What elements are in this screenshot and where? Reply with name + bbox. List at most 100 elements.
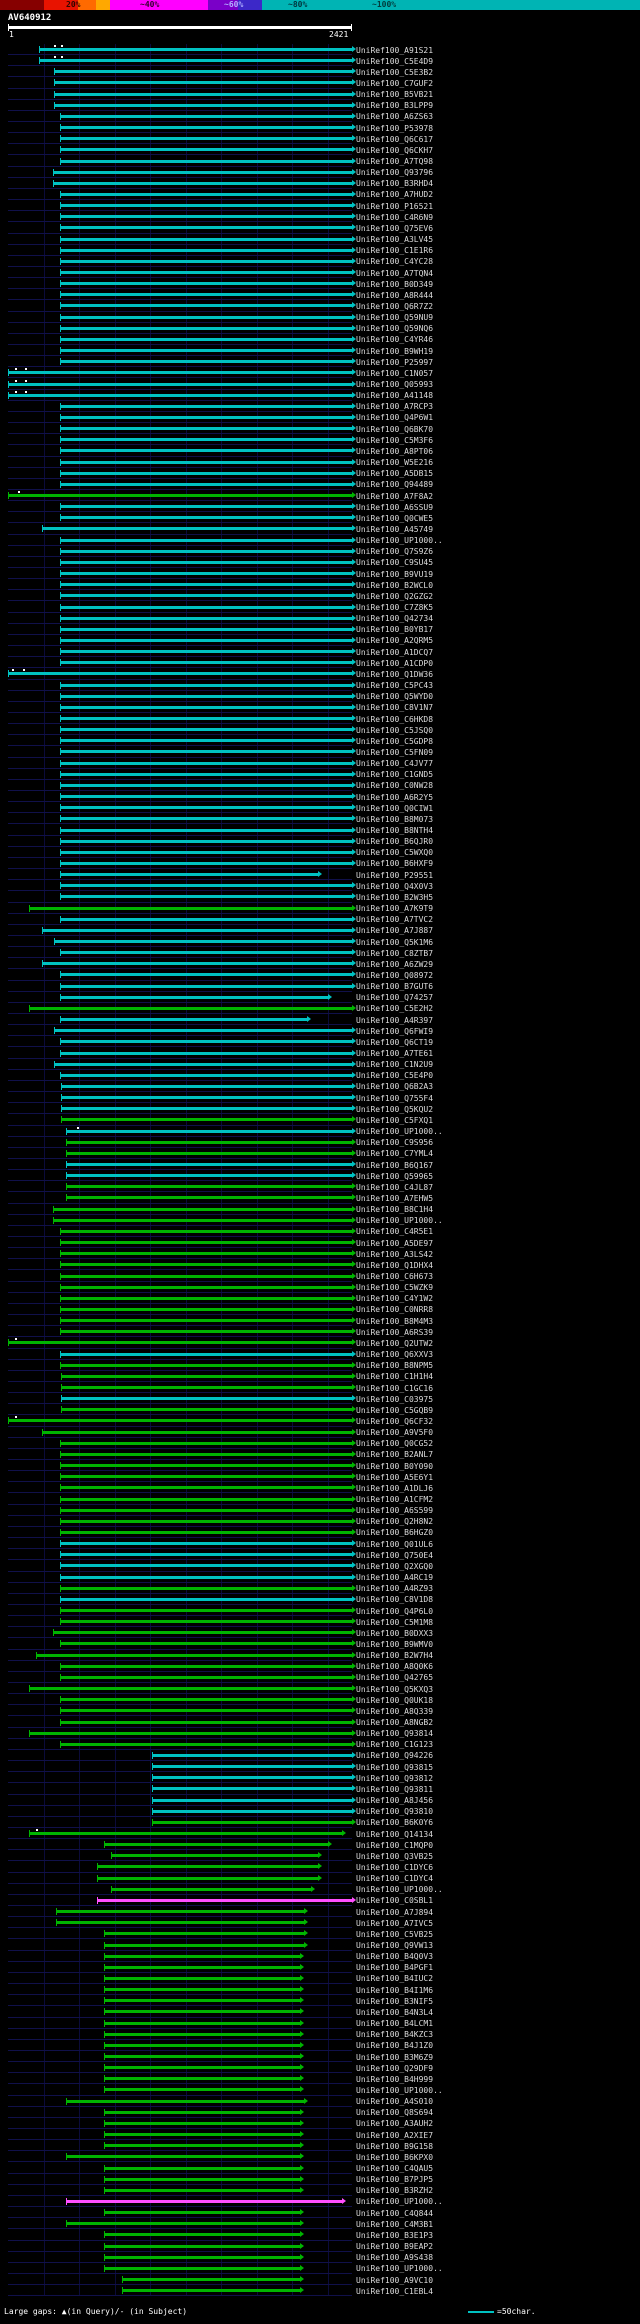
hit-bar[interactable] — [59, 1363, 352, 1367]
hit-bar[interactable] — [59, 627, 352, 631]
hit-label[interactable]: UniRef100_B4H999 — [356, 2075, 433, 2084]
hit-bar[interactable] — [42, 1430, 352, 1434]
hit-bar[interactable] — [59, 471, 352, 475]
hit-bar[interactable] — [59, 215, 352, 219]
hit-label[interactable]: UniRef100_B7GUT6 — [356, 982, 433, 991]
hit-bar[interactable] — [59, 315, 352, 319]
hit-bar[interactable] — [59, 683, 352, 687]
hit-bar[interactable] — [104, 2032, 301, 2036]
hit-label[interactable]: UniRef100_B3LPP9 — [356, 101, 433, 110]
hit-label[interactable]: UniRef100_A91S21 — [356, 46, 433, 55]
hit-label[interactable]: UniRef100_B9G158 — [356, 2142, 433, 2151]
hit-bar[interactable] — [56, 1910, 304, 1914]
hit-label[interactable]: UniRef100_B3RHD4 — [356, 179, 433, 188]
hit-bar[interactable] — [59, 1263, 352, 1267]
hit-bar[interactable] — [61, 1374, 352, 1378]
hit-bar[interactable] — [59, 304, 352, 308]
hit-label[interactable]: UniRef100_C1E1R6 — [356, 246, 433, 255]
hit-bar[interactable] — [59, 1319, 352, 1323]
hit-label[interactable]: UniRef100_A7TQN4 — [356, 269, 433, 278]
hit-label[interactable]: UniRef100_C0NRR8 — [356, 1305, 433, 1314]
hit-bar[interactable] — [104, 1954, 301, 1958]
hit-label[interactable]: UniRef100_B6KPX0 — [356, 2153, 433, 2162]
hit-bar[interactable] — [59, 1720, 352, 1724]
hit-label[interactable]: UniRef100_C1N057 — [356, 369, 433, 378]
hit-label[interactable]: UniRef100_A7IVC5 — [356, 1919, 433, 1928]
hit-label[interactable]: UniRef100_A7HUD2 — [356, 190, 433, 199]
hit-label[interactable]: UniRef100_C1EBL4 — [356, 2287, 433, 2296]
hit-bar[interactable] — [59, 761, 352, 765]
hit-bar[interactable] — [104, 1943, 304, 1947]
hit-bar[interactable] — [152, 1753, 352, 1757]
hit-label[interactable]: UniRef100_B5VB21 — [356, 90, 433, 99]
hit-bar[interactable] — [54, 81, 352, 85]
hit-label[interactable]: UniRef100_B8M4M3 — [356, 1317, 433, 1326]
hit-bar[interactable] — [104, 2166, 301, 2170]
hit-bar[interactable] — [152, 1765, 352, 1769]
hit-label[interactable]: UniRef100_C5M3F6 — [356, 436, 433, 445]
hit-bar[interactable] — [59, 850, 352, 854]
hit-label[interactable]: UniRef100_A3LS42 — [356, 1250, 433, 1259]
hit-bar[interactable] — [59, 717, 352, 720]
hit-label[interactable]: UniRef100_Q1DW36 — [356, 670, 433, 679]
hit-label[interactable]: UniRef100_C8V1D8 — [356, 1595, 433, 1604]
hit-label[interactable]: UniRef100_C6HKD8 — [356, 715, 433, 724]
hit-label[interactable]: UniRef100_B4LCM1 — [356, 2019, 433, 2028]
hit-bar[interactable] — [59, 739, 352, 743]
hit-bar[interactable] — [28, 1832, 342, 1835]
hit-bar[interactable] — [104, 2144, 301, 2148]
hit-bar[interactable] — [104, 2066, 301, 2070]
hit-label[interactable]: UniRef100_Q08972 — [356, 971, 433, 980]
hit-bar[interactable] — [104, 2233, 301, 2237]
hit-label[interactable]: UniRef100_Q2GZG2 — [356, 592, 433, 601]
hit-bar[interactable] — [61, 1084, 352, 1088]
hit-bar[interactable] — [8, 382, 352, 386]
hit-bar[interactable] — [61, 1118, 352, 1122]
hit-label[interactable]: UniRef100_UP1000.. — [356, 2197, 443, 2206]
hit-bar[interactable] — [59, 192, 352, 196]
hit-label[interactable]: UniRef100_Q42734 — [356, 614, 433, 623]
hit-bar[interactable] — [28, 906, 352, 910]
hit-bar[interactable] — [61, 1397, 352, 1401]
hit-label[interactable]: UniRef100_A7J887 — [356, 926, 433, 935]
hit-bar[interactable] — [121, 2278, 301, 2281]
hit-bar[interactable] — [59, 783, 352, 787]
hit-label[interactable]: UniRef100_C1DYC6 — [356, 1863, 433, 1872]
hit-label[interactable]: UniRef100_B2W3H5 — [356, 893, 433, 902]
hit-bar[interactable] — [59, 1241, 352, 1245]
hit-label[interactable]: UniRef100_Q0CG52 — [356, 1439, 433, 1448]
hit-bar[interactable] — [152, 1787, 352, 1791]
hit-label[interactable]: UniRef100_A4RC19 — [356, 1573, 433, 1582]
hit-bar[interactable] — [104, 2055, 301, 2058]
hit-label[interactable]: UniRef100_Q6CT19 — [356, 1038, 433, 1047]
hit-bar[interactable] — [59, 259, 352, 263]
hit-label[interactable]: UniRef100_C4JV77 — [356, 759, 433, 768]
hit-bar[interactable] — [104, 2266, 301, 2270]
hit-bar[interactable] — [8, 494, 352, 497]
hit-label[interactable]: UniRef100_B4IUC2 — [356, 1974, 433, 1983]
hit-label[interactable]: UniRef100_A7F8A2 — [356, 492, 433, 501]
hit-bar[interactable] — [42, 962, 352, 966]
hit-label[interactable]: UniRef100_B2W7H4 — [356, 1651, 433, 1660]
hit-bar[interactable] — [59, 505, 352, 509]
hit-bar[interactable] — [59, 1274, 352, 1278]
hit-label[interactable]: UniRef100_B3E1P3 — [356, 2231, 433, 2240]
hit-bar[interactable] — [59, 1475, 352, 1479]
hit-bar[interactable] — [59, 560, 352, 564]
hit-label[interactable]: UniRef100_A41148 — [356, 391, 433, 400]
hit-label[interactable]: UniRef100_Q6CF32 — [356, 1417, 433, 1426]
hit-label[interactable]: UniRef100_B0D349 — [356, 280, 433, 289]
hit-label[interactable]: UniRef100_A6ZW29 — [356, 960, 433, 969]
hit-bar[interactable] — [104, 1999, 301, 2003]
hit-bar[interactable] — [104, 1843, 328, 1847]
hit-bar[interactable] — [104, 2088, 301, 2092]
hit-label[interactable]: UniRef100_B8M073 — [356, 815, 433, 824]
hit-label[interactable]: UniRef100_C4Y1W2 — [356, 1294, 433, 1303]
hit-bar[interactable] — [61, 1408, 352, 1412]
hit-label[interactable]: UniRef100_B8C1H4 — [356, 1205, 433, 1214]
hit-bar[interactable] — [28, 1006, 352, 1010]
hit-label[interactable]: UniRef100_P16521 — [356, 202, 433, 211]
hit-bar[interactable] — [52, 1218, 352, 1222]
hit-bar[interactable] — [59, 1296, 352, 1300]
hit-label[interactable]: UniRef100_Q4X0V3 — [356, 882, 433, 891]
